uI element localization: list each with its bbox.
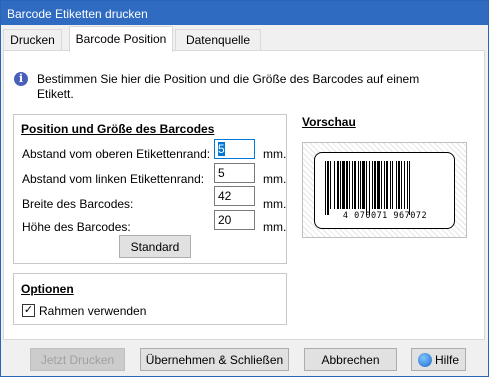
tab-strip: Drucken Barcode Position Datenquelle <box>1 25 488 52</box>
barcode-bar <box>369 161 370 215</box>
barcode-height-input[interactable]: 20 <box>214 210 255 230</box>
dialog-window: Barcode Etiketten drucken Drucken Barcod… <box>0 0 489 377</box>
position-group-title: Position und Größe des Barcodes <box>21 122 215 136</box>
tab-drucken[interactable]: Drucken <box>3 29 62 51</box>
tab-label: Drucken <box>10 33 55 47</box>
info-text: Bestimmen Sie hier die Position und die … <box>37 72 420 101</box>
barcode-bar <box>392 161 393 209</box>
barcode-height-label: Höhe des Barcodes: <box>22 220 131 234</box>
barcode-bar <box>372 161 373 209</box>
barcode-bar <box>401 161 402 209</box>
barcode-bar <box>358 161 359 209</box>
barcode-bar <box>398 161 400 209</box>
barcode-bar <box>330 161 331 209</box>
preview-title: Vorschau <box>302 115 356 129</box>
barcode-bar <box>349 161 350 209</box>
barcode-bar <box>337 161 339 209</box>
barcode-bar <box>352 161 353 209</box>
help-button-label: Hilfe <box>434 353 459 367</box>
barcode-graphic: 4 070071 967072 <box>325 161 427 221</box>
tab-label: Barcode Position <box>75 32 167 46</box>
apply-close-button[interactable]: Übernehmen & Schließen <box>140 348 289 371</box>
barcode-bar <box>384 161 385 209</box>
left-margin-label: Abstand vom linken Etikettenrand: <box>22 172 205 186</box>
top-margin-unit: mm. <box>263 147 287 161</box>
barcode-bar <box>407 161 408 209</box>
window-title: Barcode Etiketten drucken <box>7 7 148 21</box>
barcode-bar <box>377 161 380 209</box>
options-group-title: Optionen <box>21 282 74 296</box>
tab-datenquelle[interactable]: Datenquelle <box>175 29 261 51</box>
barcode-width-unit: mm. <box>263 197 287 211</box>
barcode-height-unit: mm. <box>263 220 287 234</box>
left-margin-unit: mm. <box>263 172 287 186</box>
standard-button[interactable]: Standard <box>119 235 191 258</box>
barcode-bar <box>325 161 326 215</box>
barcode-bar <box>360 161 361 209</box>
barcode-bar <box>342 161 345 209</box>
top-margin-value: 5 <box>218 142 225 156</box>
info-icon: i <box>14 72 28 86</box>
barcode-bar <box>374 161 376 209</box>
top-margin-label: Abstand vom oberen Etikettenrand: <box>22 147 211 161</box>
frame-checkbox[interactable]: ✓ <box>22 304 35 317</box>
barcode-bar <box>362 161 365 209</box>
barcode-digits: 4 070071 967072 <box>343 211 427 221</box>
barcode-bar <box>390 161 391 209</box>
barcode-width-input[interactable]: 42 <box>214 186 255 206</box>
top-margin-input[interactable]: 5 <box>214 139 255 159</box>
barcode-bar <box>396 161 397 209</box>
barcode-bar <box>381 161 382 209</box>
barcode-preview: 4 070071 967072 <box>314 152 455 229</box>
barcode-bar <box>354 161 356 209</box>
help-globe-icon <box>417 352 432 367</box>
barcode-bar <box>386 161 388 209</box>
barcode-bar <box>346 161 348 209</box>
barcode-bar <box>340 161 341 209</box>
barcode-bar <box>409 161 410 215</box>
barcode-bar <box>334 161 335 209</box>
frame-checkbox-label: Rahmen verwenden <box>39 304 147 318</box>
barcode-bar <box>327 161 329 215</box>
cancel-button[interactable]: Abbrechen <box>304 348 397 371</box>
barcode-bar <box>404 161 405 209</box>
tab-barcode-position[interactable]: Barcode Position <box>69 26 173 52</box>
barcode-bar <box>366 161 367 215</box>
title-bar: Barcode Etiketten drucken <box>1 1 488 25</box>
left-margin-input[interactable]: 5 <box>214 163 255 183</box>
tab-label: Datenquelle <box>185 33 251 47</box>
print-now-button[interactable]: Jetzt Drucken <box>30 348 125 371</box>
barcode-width-label: Breite des Barcodes: <box>22 197 134 211</box>
help-button[interactable]: Hilfe <box>411 348 466 371</box>
